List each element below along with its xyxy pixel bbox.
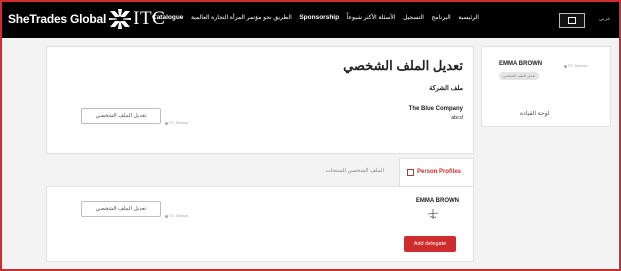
edit-delegate-profile-button[interactable]: تعديل الملف الشخصي (81, 201, 161, 217)
profile-tabs: الملف الشخصي للمنتجات Person Profiles (46, 158, 474, 186)
top-header: SheTrades Global ITC Catalogue الطريق نح… (2, 2, 619, 38)
tab-product-profiles[interactable]: الملف الشخصي للمنتجات (326, 168, 384, 174)
sidebar-user-meta: ITC Startups (564, 64, 588, 68)
page-frame: SheTrades Global ITC Catalogue الطريق نح… (0, 0, 621, 271)
nav-registration[interactable]: التسجيل (403, 14, 424, 21)
user-icon (165, 121, 168, 125)
sidebar-user-name: EMMA BROWN (499, 61, 543, 67)
checkbox-icon (407, 169, 414, 176)
signature-icon (427, 209, 439, 219)
dashboard-link[interactable]: لوحة القيادة (520, 110, 550, 117)
nav-catalogue[interactable]: Catalogue (152, 14, 183, 21)
tab-person-profiles[interactable]: Person Profiles (399, 158, 474, 186)
user-sidebar: EMMA BROWN ITC Startups تعديل الملف الشخ… (481, 46, 611, 127)
delegate-panel: EMMA BROWN تعديل الملف الشخصي ITC Startu… (46, 186, 474, 262)
nav-sponsorship[interactable]: Sponsorship (299, 14, 339, 21)
nav-programme[interactable]: البرنامج (432, 14, 451, 21)
profile-panel: تعديل الملف الشخصي ملف الشركة The Blue C… (46, 46, 474, 154)
square-icon (568, 17, 576, 24)
company-section-heading: ملف الشركة (429, 85, 463, 92)
company-name: The Blue Company (408, 106, 463, 112)
delegate-name: EMMA BROWN (415, 198, 459, 204)
nav-road-to-conference[interactable]: الطريق نحو مؤتمر المرأة التجارة العالمية (191, 14, 292, 21)
nav-home[interactable]: الرئيسية (458, 14, 479, 21)
itc-logo-icon (109, 9, 132, 29)
tab-person-profiles-label: Person Profiles (417, 169, 462, 175)
company-description: abcd (451, 115, 463, 121)
company-meta: ITC Startups (165, 121, 189, 125)
brand-name: SheTrades Global (8, 12, 107, 26)
language-switcher[interactable]: عربي (599, 16, 610, 22)
page-title: تعديل الملف الشخصي (343, 58, 463, 73)
user-icon (165, 214, 168, 218)
sidebar-edit-profile-button[interactable]: تعديل الملف الشخصي (499, 72, 539, 80)
add-delegate-button[interactable]: Add delegate (404, 236, 456, 252)
delegate-meta: ITC Startups (165, 214, 189, 218)
header-search-button[interactable] (559, 13, 585, 28)
brand-logo[interactable]: SheTrades Global ITC (8, 9, 165, 29)
main-nav: Catalogue الطريق نحو مؤتمر المرأة التجار… (152, 14, 479, 21)
user-icon (564, 64, 567, 68)
nav-faq[interactable]: الأسئلة الأكثر شيوعاً (347, 14, 396, 21)
edit-company-profile-button[interactable]: تعديل الملف الشخصي (81, 108, 161, 124)
